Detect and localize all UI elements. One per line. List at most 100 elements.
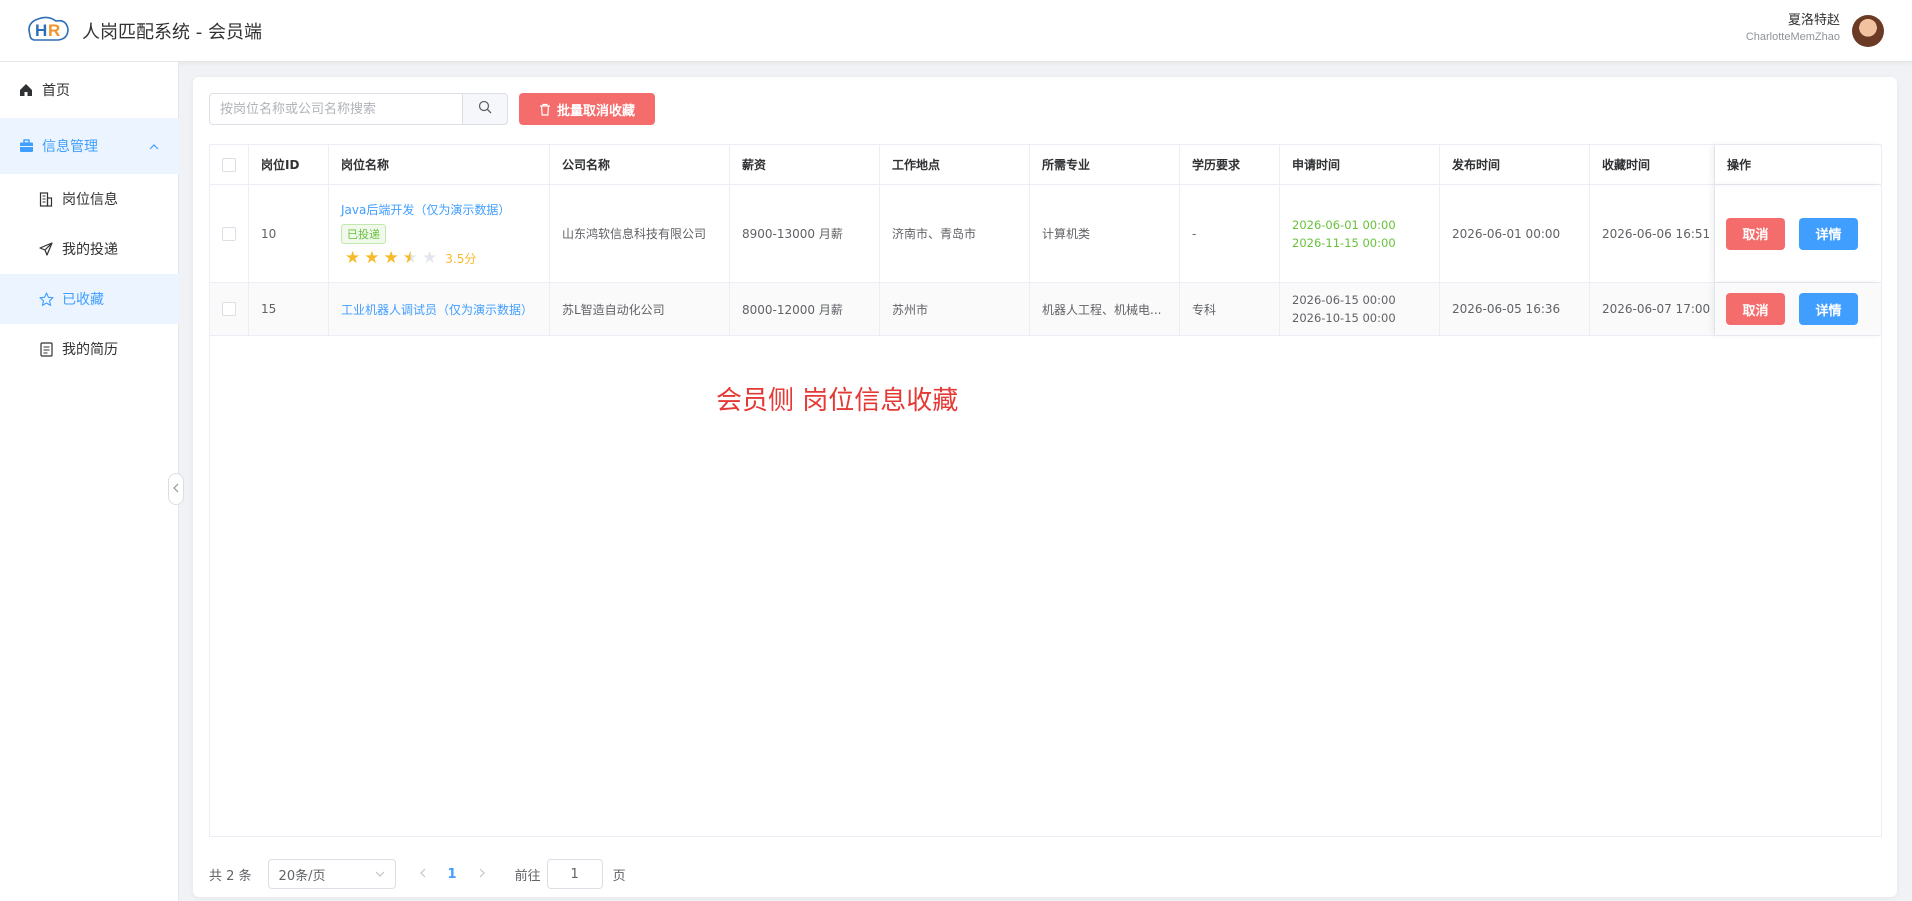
job-id: 15 xyxy=(249,283,329,335)
user-info[interactable]: 夏洛特赵 CharlotteMemZhao xyxy=(1746,13,1840,45)
page-size-value: 20条/页 xyxy=(278,868,326,884)
avatar[interactable] xyxy=(1852,15,1884,47)
sidebar-item-label: 我的简历 xyxy=(62,342,118,358)
briefcase-icon xyxy=(18,138,34,154)
company-name: 山东鸿软信息科技有限公司 xyxy=(550,185,730,282)
favorite-time: 2026-06-06 16:51 xyxy=(1590,185,1715,282)
prev-page-button[interactable] xyxy=(419,867,426,882)
star-filled-icon: ★ xyxy=(364,247,380,268)
column-header[interactable]: 薪资 xyxy=(730,145,880,184)
apply-start: 2026-06-15 00:00 xyxy=(1292,293,1396,307)
detail-button[interactable]: 详情 xyxy=(1799,217,1858,250)
column-header[interactable]: 申请时间 xyxy=(1280,145,1440,184)
top-header: H R 人岗匹配系统 - 会员端 夏洛特赵 CharlotteMemZhao xyxy=(0,0,1912,62)
document-icon xyxy=(38,341,54,357)
row-select-cell xyxy=(210,283,249,335)
batch-unfavorite-button[interactable]: 批量取消收藏 xyxy=(519,93,655,125)
sidebar-item-my-resume[interactable]: 我的简历 xyxy=(0,324,179,374)
education-requirement: 专科 xyxy=(1180,283,1280,335)
goto-page-input[interactable] xyxy=(546,859,603,889)
star-filled-icon: ★ xyxy=(345,247,361,268)
sidebar: 首页 信息管理 岗位信息 我的投递 已收藏 我的简历 xyxy=(0,62,179,901)
publish-time: 2026-06-05 16:36 xyxy=(1440,283,1590,335)
column-header[interactable]: 所需专业 xyxy=(1030,145,1180,184)
cancel-favorite-button[interactable]: 取消 xyxy=(1726,293,1785,325)
actions-cell: 取消 详情 xyxy=(1715,185,1881,282)
chevron-down-icon xyxy=(375,867,385,880)
publish-time: 2026-06-01 00:00 xyxy=(1440,185,1590,282)
job-id: 10 xyxy=(249,185,329,282)
table-header-row: 岗位ID 岗位名称 公司名称 薪资 工作地点 所需专业 学历要求 申请时间 发布… xyxy=(210,145,1881,185)
required-major: 机器人工程、机械电... xyxy=(1030,283,1180,335)
actions-cell: 取消 详情 xyxy=(1715,283,1881,335)
table-row: 10 Java后端开发（仅为演示数据） 已投递 ★ ★ ★ ★ ★ 3.5分 山… xyxy=(210,185,1881,283)
job-title-link[interactable]: 工业机器人调试员（仅为演示数据） xyxy=(341,301,533,318)
rating-score: 3.5分 xyxy=(445,251,477,266)
svg-text:R: R xyxy=(48,21,60,40)
select-all-checkbox[interactable] xyxy=(222,157,236,172)
next-page-button[interactable] xyxy=(479,867,485,882)
column-header[interactable]: 岗位名称 xyxy=(329,145,550,184)
rating-stars: ★ ★ ★ ★ ★ 3.5分 xyxy=(345,247,477,268)
sidebar-item-label: 信息管理 xyxy=(42,139,98,155)
sidebar-collapse-button[interactable] xyxy=(168,473,184,505)
column-header[interactable]: 学历要求 xyxy=(1180,145,1280,184)
required-major: 计算机类 xyxy=(1030,185,1180,282)
sidebar-item-home[interactable]: 首页 xyxy=(0,65,179,115)
goto-suffix: 页 xyxy=(612,868,626,884)
detail-button[interactable]: 详情 xyxy=(1799,293,1858,325)
column-header[interactable]: 工作地点 xyxy=(880,145,1030,184)
user-name: 夏洛特赵 xyxy=(1787,13,1840,28)
job-title-link[interactable]: Java后端开发（仅为演示数据） xyxy=(341,201,510,218)
star-icon xyxy=(38,291,54,307)
chevron-up-icon xyxy=(149,139,159,153)
row-checkbox[interactable] xyxy=(222,302,236,316)
sidebar-item-label: 我的投递 xyxy=(62,242,118,258)
page-number-current[interactable]: 1 xyxy=(448,867,457,882)
work-location: 苏州市 xyxy=(880,283,1030,335)
sidebar-item-my-applications[interactable]: 我的投递 xyxy=(0,224,179,274)
favorite-time: 2026-06-07 17:00 xyxy=(1590,283,1715,335)
sidebar-item-favorites[interactable]: 已收藏 xyxy=(0,274,179,324)
hr-logo-icon: H R xyxy=(28,16,69,41)
sidebar-item-label: 岗位信息 xyxy=(62,192,118,208)
sidebar-item-info-management[interactable]: 信息管理 xyxy=(0,118,179,174)
column-header[interactable]: 收藏时间 xyxy=(1590,145,1715,184)
pagination: 共 2 条 20条/页 1 前往 页 xyxy=(209,859,626,889)
search-input[interactable] xyxy=(209,93,463,125)
column-header[interactable]: 发布时间 xyxy=(1440,145,1590,184)
sidebar-item-label: 首页 xyxy=(42,83,70,99)
row-checkbox[interactable] xyxy=(222,226,236,241)
table-row: 15 工业机器人调试员（仅为演示数据） 苏L智造自动化公司 8000-12000… xyxy=(210,283,1881,336)
search-icon xyxy=(478,100,492,118)
main-panel: 批量取消收藏 岗位ID 岗位名称 公司名称 薪资 工作地点 所需专业 学历要求 … xyxy=(193,77,1897,897)
home-icon xyxy=(18,82,34,98)
trash-icon xyxy=(539,103,551,116)
total-count: 共 2 条 xyxy=(209,868,252,884)
favorites-table: 岗位ID 岗位名称 公司名称 薪资 工作地点 所需专业 学历要求 申请时间 发布… xyxy=(209,144,1882,837)
sidebar-item-job-info[interactable]: 岗位信息 xyxy=(0,174,179,224)
page-size-select[interactable]: 20条/页 xyxy=(267,859,396,889)
send-icon xyxy=(38,241,54,257)
select-all-cell xyxy=(210,145,249,184)
apply-end: 2026-11-15 00:00 xyxy=(1292,235,1396,250)
batch-unfavorite-label: 批量取消收藏 xyxy=(556,103,635,119)
applied-tag: 已投递 xyxy=(341,223,386,244)
apply-period: 2026-06-15 00:00 2026-10-15 00:00 xyxy=(1280,283,1440,335)
cancel-favorite-button[interactable]: 取消 xyxy=(1726,217,1785,250)
salary: 8000-12000 月薪 xyxy=(730,283,880,335)
chevron-left-icon xyxy=(173,482,179,496)
goto-label: 前往 xyxy=(514,868,541,884)
app-title: 人岗匹配系统 - 会员端 xyxy=(82,22,262,43)
sidebar-item-label: 已收藏 xyxy=(62,292,104,308)
search-button[interactable] xyxy=(462,93,508,125)
company-name: 苏L智造自动化公司 xyxy=(550,283,730,335)
column-header[interactable]: 公司名称 xyxy=(550,145,730,184)
column-header[interactable]: 岗位ID xyxy=(249,145,329,184)
user-account: CharlotteMemZhao xyxy=(1745,31,1840,43)
row-select-cell xyxy=(210,185,249,282)
apply-period: 2026-06-01 00:00 2026-11-15 00:00 xyxy=(1280,185,1440,282)
apply-start: 2026-06-01 00:00 xyxy=(1292,217,1396,232)
svg-text:H: H xyxy=(35,21,47,40)
column-header: 操作 xyxy=(1715,145,1881,184)
